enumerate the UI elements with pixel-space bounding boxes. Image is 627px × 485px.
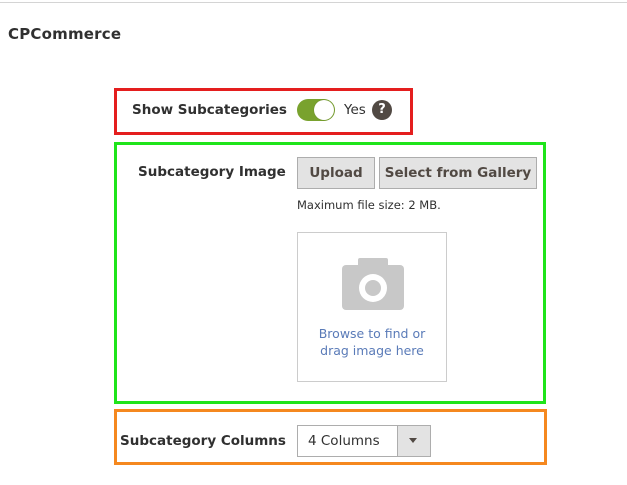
help-icon[interactable]: ?	[372, 100, 392, 120]
select-value: 4 Columns	[308, 433, 380, 449]
dropzone-text: Browse to find or drag image here	[298, 325, 446, 359]
subcategory-image-label: Subcategory Image	[138, 164, 286, 180]
select-arrow-button[interactable]	[397, 426, 430, 456]
toggle-knob	[314, 100, 334, 120]
section-title: CPCommerce	[8, 25, 122, 43]
subcategory-columns-select[interactable]: 4 Columns	[297, 425, 431, 457]
select-from-gallery-button[interactable]: Select from Gallery	[379, 157, 537, 189]
max-file-size-note: Maximum file size: 2 MB.	[297, 198, 441, 212]
dropzone-line-1: Browse to find or	[318, 326, 426, 341]
image-dropzone[interactable]: Browse to find or drag image here	[297, 232, 447, 382]
dropzone-line-2: drag image here	[320, 343, 424, 358]
show-subcategories-label: Show Subcategories	[132, 102, 287, 118]
camera-icon	[342, 258, 404, 310]
chevron-down-icon	[409, 438, 417, 443]
top-divider	[0, 2, 627, 3]
show-subcategories-toggle[interactable]	[297, 99, 335, 121]
toggle-state-text: Yes	[344, 102, 366, 118]
subcategory-columns-label: Subcategory Columns	[120, 433, 286, 449]
upload-button[interactable]: Upload	[297, 157, 375, 189]
